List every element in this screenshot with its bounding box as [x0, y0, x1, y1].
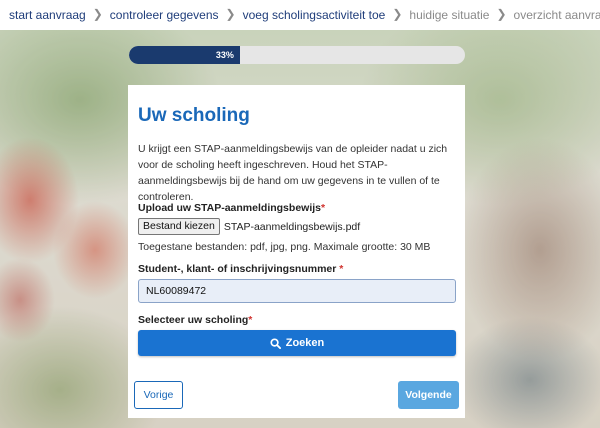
chevron-right-icon: ❯ — [225, 7, 236, 21]
upload-label: Upload uw STAP-aanmeldingsbewijs* — [138, 202, 325, 214]
next-button[interactable]: Volgende — [398, 381, 459, 409]
student-number-label-text: Student-, klant- of inschrijvingsnummer — [138, 263, 337, 275]
breadcrumb-label: start aanvraag — [9, 8, 86, 22]
chevron-right-icon: ❯ — [496, 7, 507, 21]
progress-fill: 33% — [129, 46, 240, 64]
chevron-right-icon: ❯ — [392, 7, 403, 21]
breadcrumb-label: controleer gegevens — [109, 8, 219, 22]
breadcrumb-item-overzicht: overzicht aanvraag — [514, 8, 600, 22]
breadcrumb-label: huidige situatie — [409, 8, 490, 22]
search-icon — [270, 337, 281, 349]
upload-label-text: Upload uw STAP-aanmeldingsbewijs — [138, 202, 321, 214]
search-button-label: Zoeken — [285, 337, 325, 349]
breadcrumb-item-start[interactable]: start aanvraag — [9, 8, 86, 22]
scholing-label-text: Selecteer uw scholing — [138, 314, 249, 326]
chevron-right-icon: ❯ — [92, 7, 103, 21]
upload-hint: Toegestane bestanden: pdf, jpg, png. Max… — [138, 241, 431, 253]
required-mark: * — [321, 202, 326, 214]
breadcrumb-label: voeg scholingsactiviteit toe — [242, 8, 386, 22]
breadcrumb-label: overzicht aanvraag — [513, 8, 600, 22]
student-number-label: Student-, klant- of inschrijvingsnummer … — [138, 263, 343, 275]
scholing-label: Selecteer uw scholing* — [138, 314, 252, 326]
choose-file-button[interactable]: Bestand kiezen — [138, 218, 220, 235]
required-mark: * — [339, 263, 344, 275]
selected-file-name: STAP-aanmeldingsbewijs.pdf — [223, 220, 361, 233]
previous-button[interactable]: Vorige — [134, 381, 183, 409]
breadcrumb-item-controleer[interactable]: controleer gegevens — [110, 8, 219, 22]
intro-text: U krijgt een STAP-aanmeldingsbewijs van … — [138, 143, 448, 203]
breadcrumb-item-huidige-situatie: huidige situatie — [409, 8, 489, 22]
page-title: Uw scholing — [138, 105, 250, 126]
scholing-card: Uw scholing U krijgt een STAP-aanmelding… — [128, 85, 465, 418]
required-mark: * — [248, 314, 253, 326]
breadcrumb-item-scholingsactiviteit[interactable]: voeg scholingsactiviteit toe — [243, 8, 386, 22]
breadcrumb: start aanvraag ❯ controleer gegevens ❯ v… — [0, 0, 600, 30]
search-button[interactable]: Zoeken — [138, 330, 456, 356]
student-number-input[interactable] — [138, 279, 456, 303]
file-upload: Bestand kiezen STAP-aanmeldingsbewijs.pd… — [138, 218, 360, 235]
progress-text: 33% — [215, 50, 234, 60]
progress-bar: 33% — [129, 46, 465, 64]
